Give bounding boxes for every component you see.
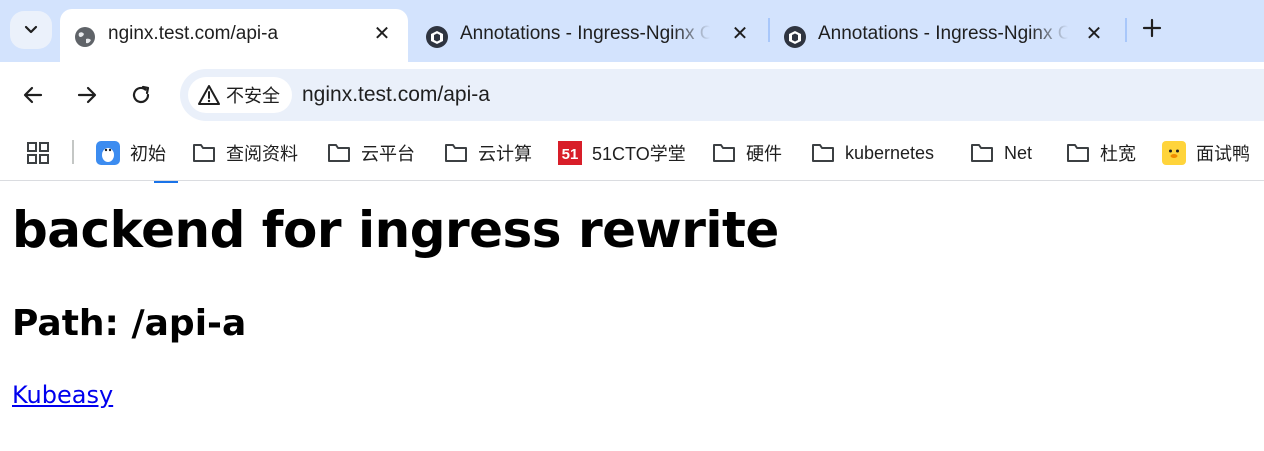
folder-icon bbox=[811, 141, 835, 165]
forward-button[interactable] bbox=[70, 78, 104, 112]
security-chip[interactable]: 不安全 bbox=[188, 77, 292, 113]
url-text[interactable]: nginx.test.com/api-a bbox=[302, 83, 490, 107]
reload-icon bbox=[132, 85, 150, 104]
bookmarks-bar: 初始 查阅资料 云平台 云计算 51 51CTO学堂 硬件 kubernetes… bbox=[0, 128, 1264, 181]
apps-button[interactable] bbox=[26, 138, 50, 168]
bookmark-label: 查阅资料 bbox=[226, 144, 298, 164]
51cto-logo-icon: 51 bbox=[558, 141, 582, 165]
folder-icon bbox=[444, 141, 468, 165]
bookmark-label: 面试鸭 bbox=[1196, 144, 1250, 164]
plus-icon bbox=[1142, 18, 1162, 38]
tab-annotations-2[interactable]: Annotations - Ingress-Nginx Controller ✕ bbox=[770, 9, 1120, 62]
toolbar: 不安全 nginx.test.com/api-a bbox=[0, 62, 1264, 128]
bookmark-folder[interactable]: 查阅资料 bbox=[192, 138, 298, 168]
svg-text:51: 51 bbox=[562, 146, 579, 163]
folder-icon bbox=[712, 141, 736, 165]
tab-annotations-1[interactable]: Annotations - Ingress-Nginx Controller ✕ bbox=[412, 9, 766, 62]
globe-icon bbox=[75, 27, 95, 47]
tab-strip: nginx.test.com/api-a ✕ Annotations - Ing… bbox=[0, 0, 1264, 62]
folder-icon bbox=[970, 141, 994, 165]
arrow-left-icon bbox=[23, 86, 43, 104]
ingress-nginx-logo-icon bbox=[426, 26, 448, 48]
tab-active[interactable]: nginx.test.com/api-a ✕ bbox=[60, 9, 408, 62]
apps-grid-icon bbox=[27, 142, 49, 164]
bookmark-label: 51CTO学堂 bbox=[592, 144, 686, 164]
bookmark-item[interactable]: 初始 bbox=[96, 138, 166, 168]
bookmark-label: 硬件 bbox=[746, 144, 782, 164]
reload-button[interactable] bbox=[124, 78, 158, 112]
duck-icon bbox=[1162, 141, 1186, 165]
bookmark-folder[interactable]: 杜宽 bbox=[1066, 138, 1136, 168]
address-bar[interactable]: 不安全 nginx.test.com/api-a bbox=[180, 69, 1264, 121]
penguin-app-icon bbox=[96, 141, 120, 165]
tab-separator bbox=[1125, 18, 1127, 42]
bookmark-label: Net bbox=[1004, 142, 1033, 163]
bookmark-folder[interactable]: 硬件 bbox=[712, 138, 782, 168]
tab-title: nginx.test.com/api-a bbox=[108, 23, 279, 44]
bookmark-label: 初始 bbox=[130, 144, 166, 164]
bookmark-label: kubernetes bbox=[845, 142, 935, 163]
close-icon[interactable]: ✕ bbox=[730, 23, 750, 45]
page-heading: backend for ingress rewrite bbox=[12, 201, 779, 259]
tab-title: Annotations - Ingress-Nginx Controller bbox=[818, 23, 1068, 44]
bookmark-item[interactable]: 面试鸭 bbox=[1162, 138, 1250, 168]
close-icon[interactable]: ✕ bbox=[372, 23, 392, 45]
bookmark-label: 云计算 bbox=[478, 144, 532, 164]
bookmark-folder[interactable]: Net bbox=[970, 138, 1032, 168]
loading-indicator bbox=[154, 181, 178, 183]
kubeasy-link[interactable]: Kubeasy bbox=[12, 381, 113, 409]
tab-title: Annotations - Ingress-Nginx Controller bbox=[460, 23, 710, 44]
warning-icon bbox=[198, 85, 220, 105]
bookmark-label: 杜宽 bbox=[1100, 144, 1136, 164]
ingress-nginx-logo-icon bbox=[784, 26, 806, 48]
security-label: 不安全 bbox=[226, 86, 280, 106]
bookmarks-divider bbox=[72, 140, 74, 164]
new-tab-button[interactable] bbox=[1138, 14, 1166, 42]
page-content: backend for ingress rewrite Path: /api-a… bbox=[0, 181, 1264, 451]
folder-icon bbox=[1066, 141, 1090, 165]
page-subheading: Path: /api-a bbox=[12, 303, 247, 344]
bookmark-folder[interactable]: 云平台 bbox=[327, 138, 415, 168]
arrow-right-icon bbox=[77, 86, 97, 104]
chevron-down-icon bbox=[24, 25, 38, 34]
folder-icon bbox=[192, 141, 216, 165]
bookmark-folder[interactable]: 云计算 bbox=[444, 138, 532, 168]
bookmark-label: 云平台 bbox=[361, 144, 415, 164]
folder-icon bbox=[327, 141, 351, 165]
close-icon[interactable]: ✕ bbox=[1084, 23, 1104, 45]
bookmark-folder[interactable]: kubernetes bbox=[811, 138, 934, 168]
bookmark-item[interactable]: 51 51CTO学堂 bbox=[558, 138, 686, 168]
back-button[interactable] bbox=[16, 78, 50, 112]
tab-search-button[interactable] bbox=[10, 11, 52, 49]
